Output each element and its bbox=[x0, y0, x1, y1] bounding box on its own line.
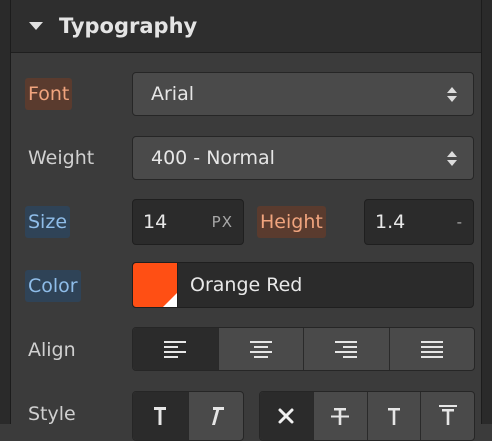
align-right-button[interactable] bbox=[304, 328, 390, 370]
underline-button[interactable] bbox=[368, 392, 422, 440]
panel-right-edge bbox=[481, 0, 492, 424]
align-label: Align bbox=[28, 339, 76, 361]
weight-select[interactable]: 400 - Normal bbox=[132, 136, 474, 180]
align-left-icon bbox=[164, 340, 187, 358]
weight-label: Weight bbox=[28, 147, 95, 169]
strikethrough-button[interactable] bbox=[314, 392, 368, 440]
align-right-icon bbox=[335, 340, 358, 358]
panel-left-edge bbox=[0, 0, 11, 424]
align-center-button[interactable] bbox=[219, 328, 304, 370]
overline-button[interactable] bbox=[421, 392, 474, 440]
color-label: Color bbox=[25, 270, 81, 302]
collapse-caret-icon[interactable] bbox=[29, 22, 43, 30]
select-arrows-icon bbox=[445, 150, 459, 166]
typography-section-header[interactable]: Typography bbox=[11, 0, 481, 53]
height-value: 1.4 bbox=[375, 211, 406, 233]
align-center-icon bbox=[249, 340, 272, 358]
size-unit[interactable]: PX bbox=[212, 213, 233, 231]
align-justify-icon bbox=[420, 340, 443, 358]
font-value: Arial bbox=[151, 83, 195, 105]
font-style-segmented-control[interactable] bbox=[132, 391, 244, 441]
style-regular-button[interactable] bbox=[133, 392, 189, 440]
text-decoration-segmented-control[interactable] bbox=[259, 391, 475, 441]
color-swatch[interactable] bbox=[132, 262, 178, 308]
height-unit[interactable]: - bbox=[457, 213, 463, 231]
size-label: Size bbox=[25, 206, 71, 238]
select-arrows-icon bbox=[445, 86, 459, 102]
color-picker-field[interactable]: Orange Red bbox=[132, 262, 474, 308]
style-italic-button[interactable] bbox=[189, 392, 244, 440]
color-name: Orange Red bbox=[190, 274, 303, 296]
align-justify-button[interactable] bbox=[390, 328, 475, 370]
height-input[interactable]: 1.4 - bbox=[364, 199, 474, 245]
font-label: Font bbox=[25, 78, 73, 110]
decoration-none-button[interactable] bbox=[260, 392, 314, 440]
weight-value: 400 - Normal bbox=[151, 147, 275, 169]
size-value: 14 bbox=[143, 211, 168, 233]
section-title: Typography bbox=[59, 14, 198, 38]
close-icon bbox=[278, 408, 294, 424]
font-select[interactable]: Arial bbox=[132, 72, 474, 116]
height-label: Height bbox=[257, 206, 326, 238]
align-left-button[interactable] bbox=[133, 328, 219, 370]
style-label: Style bbox=[28, 403, 76, 425]
align-segmented-control[interactable] bbox=[132, 327, 475, 371]
size-input[interactable]: 14 PX bbox=[132, 199, 244, 245]
